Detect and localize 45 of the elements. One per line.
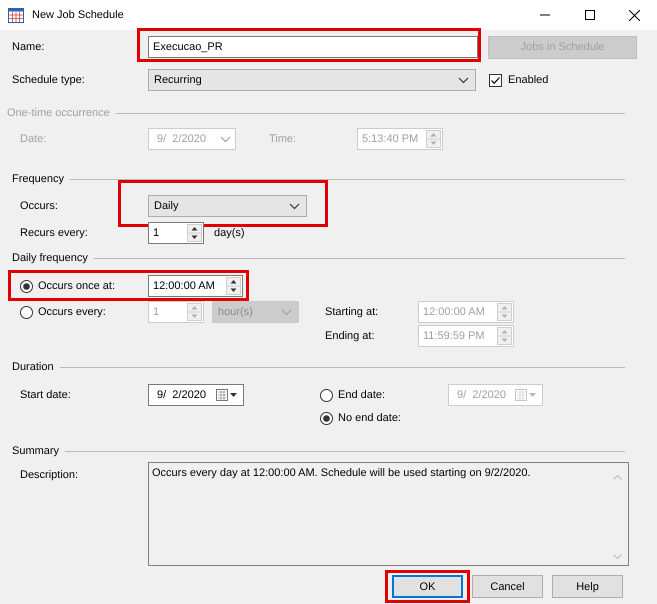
radio-button[interactable] xyxy=(20,306,33,318)
radio-button[interactable] xyxy=(20,280,33,292)
field-label: Time: xyxy=(269,133,298,145)
checkbox-label: Enabled xyxy=(508,74,548,86)
checkbox[interactable] xyxy=(489,74,502,86)
field-label: Recurs every: xyxy=(19,227,89,239)
calendar-icon[interactable] xyxy=(215,388,239,402)
name-field[interactable]: Execucao_PR xyxy=(148,36,478,58)
field-label: Start date: xyxy=(19,389,72,401)
occurs-dropdown[interactable]: Daily xyxy=(148,195,307,217)
group-title: One-time occurrence xyxy=(7,107,110,119)
dialog-button[interactable]: OK xyxy=(392,575,463,598)
radio-button[interactable] xyxy=(320,412,333,424)
group-title: Summary xyxy=(12,445,60,457)
chevron-icon xyxy=(220,136,231,142)
time-spinner[interactable]: 12:00:00 AM xyxy=(148,275,243,297)
field-label: Ending at: xyxy=(325,330,376,342)
radio-label: End date: xyxy=(338,389,386,401)
field-label: Schedule type: xyxy=(12,74,86,86)
close-icon xyxy=(629,10,640,20)
chevron-icon xyxy=(281,308,292,316)
recurs-spinner[interactable]: 1 xyxy=(148,222,204,244)
calendar-grid-icon xyxy=(8,8,24,22)
chevron-icon xyxy=(458,76,469,84)
start-date-picker[interactable]: 9/ 2/2020 xyxy=(148,384,244,406)
group-title: Duration xyxy=(12,361,54,373)
maximize-icon xyxy=(584,10,594,20)
field-label: Starting at: xyxy=(325,306,380,318)
field-label: Occurs: xyxy=(19,200,59,212)
group-title: Frequency xyxy=(12,173,64,185)
window-title: New Job Schedule xyxy=(32,9,125,21)
group-title: Daily frequency xyxy=(12,252,88,264)
description-text: Occurs every day at 12:00:00 AM. Schedule will be used starting on 9/2/2020. xyxy=(152,467,532,481)
radio-label: Occurs once at: xyxy=(38,280,116,292)
dialog-button[interactable]: Help xyxy=(552,575,623,598)
field-label: Name: xyxy=(12,41,46,53)
radio-button[interactable] xyxy=(320,388,333,402)
radio-label: No end date: xyxy=(338,412,401,424)
schedule-type-dropdown[interactable]: Recurring xyxy=(148,69,476,91)
field-label: Description: xyxy=(19,468,80,483)
field-label: Date: xyxy=(19,133,48,145)
dialog-button[interactable]: Cancel xyxy=(472,575,543,598)
radio-label: Occurs every: xyxy=(38,306,106,318)
unit-label: day(s) xyxy=(214,227,245,239)
chevron-icon xyxy=(289,202,300,210)
